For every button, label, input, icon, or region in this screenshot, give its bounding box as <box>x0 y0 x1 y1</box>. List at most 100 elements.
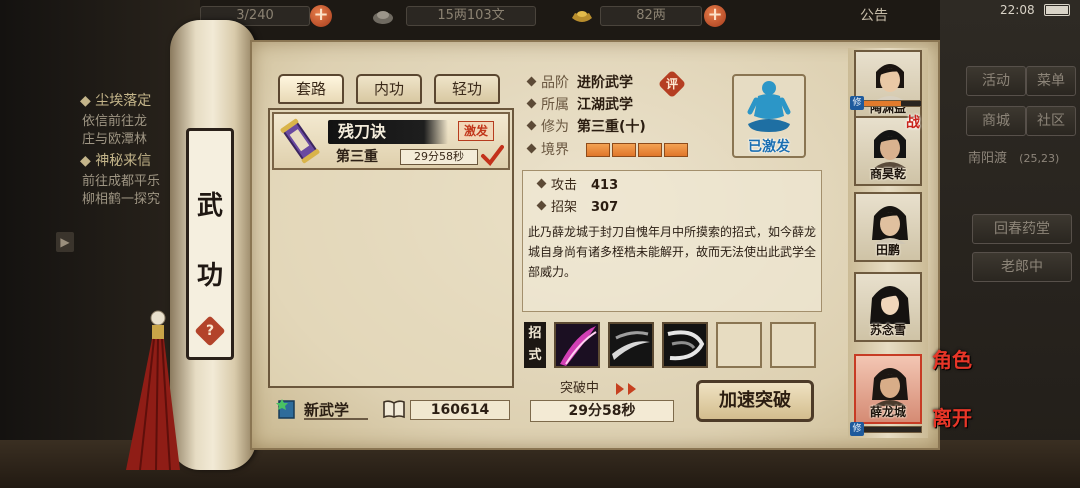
role-button[interactable]: 角色 <box>930 350 974 394</box>
school-value: 江湖武学 <box>577 97 633 113</box>
info-realm: 境界 <box>526 139 569 161</box>
npc-item-doctor[interactable]: 老郎中 <box>972 252 1072 282</box>
skill-description: 此乃薛龙城于封刀自愧年月中所摸索的招式，如今薛龙城自身尚有诸多桎梏未能解开，故而… <box>528 225 817 279</box>
activated-tag: 激发 <box>458 121 494 141</box>
speed-up-breakthrough-button[interactable]: 加速突破 <box>696 380 814 422</box>
new-skill-button[interactable]: 新武学 <box>304 400 368 420</box>
new-skill-book-icon[interactable] <box>276 398 298 420</box>
breakthrough-timer: 29分58秒 <box>530 400 674 422</box>
breakthrough-label: 突破中 <box>560 381 600 396</box>
diamond-icon <box>526 98 537 109</box>
tab-routines[interactable]: 套路 <box>278 74 344 104</box>
character-card-3[interactable]: 田鹏 <box>854 192 922 262</box>
gold-amount: 82两 <box>600 6 702 26</box>
skill-level: 第三重 <box>336 149 378 165</box>
character-portrait <box>872 368 908 406</box>
capacity-add-button[interactable]: + <box>310 5 332 27</box>
character-name: 薛龙城 <box>869 405 906 419</box>
battle-tag: 战 <box>906 115 920 131</box>
realm-segment <box>638 143 662 157</box>
location-name: 南阳渡 <box>968 151 1008 166</box>
diamond-icon <box>526 143 537 154</box>
info-rank: 品阶 进阶武学 <box>526 72 633 94</box>
character-bar <box>854 426 922 433</box>
portrait-status: 已激发 <box>748 139 790 155</box>
skill-name: 残刀诀 <box>338 122 387 141</box>
gold-add-button[interactable]: + <box>704 5 726 27</box>
cultivation-label: 修为 <box>541 119 569 135</box>
rank-value: 进阶武学 <box>577 75 633 91</box>
quest-line-1b: 庄与欧潭林 <box>82 132 148 147</box>
check-icon <box>481 145 504 167</box>
level-badge: 修 <box>850 96 864 110</box>
gold-ingot-icon <box>570 6 594 26</box>
tab-inner-skill[interactable]: 内功 <box>356 74 422 104</box>
rank-label: 品阶 <box>541 75 569 91</box>
slash-silver-icon <box>610 324 652 366</box>
character-portrait <box>872 206 908 244</box>
slash-purple-icon <box>556 324 598 366</box>
tassel-icon <box>126 310 180 470</box>
move-slot-1[interactable] <box>554 322 600 368</box>
skill-points: 160614 <box>410 400 510 420</box>
community-button[interactable]: 社区 <box>1026 106 1076 136</box>
realm-label: 境界 <box>541 142 569 158</box>
move-slot-2[interactable] <box>608 322 654 368</box>
silver-amount: 15两103文 <box>406 6 536 26</box>
silver-icon <box>372 6 394 26</box>
clock: 22:08 <box>1000 3 1035 17</box>
parry-label: 招架 <box>551 200 578 215</box>
stat-attack: 攻击 413 <box>536 176 619 196</box>
character-card-5[interactable]: 薛龙城 <box>854 354 922 424</box>
npc-name: 老郎中 <box>1001 259 1043 275</box>
moves-label: 招式 <box>524 322 546 368</box>
realm-segment <box>612 143 636 157</box>
meditating-figure-icon <box>747 81 791 132</box>
tab-light-skill[interactable]: 轻功 <box>434 74 500 104</box>
move-slot-5[interactable] <box>770 322 816 368</box>
npc-item-pharmacy[interactable]: 回春药堂 <box>972 214 1072 244</box>
rate-badge-text: 评 <box>665 77 678 91</box>
diamond-icon <box>536 178 547 189</box>
character-name: 田鹏 <box>875 243 900 257</box>
menu-button[interactable]: 菜单 <box>1026 66 1076 96</box>
diamond-icon <box>536 200 547 211</box>
scroll-skill-icon <box>280 118 320 164</box>
move-slot-3[interactable] <box>662 322 708 368</box>
shop-button[interactable]: 商城 <box>966 106 1026 136</box>
location-label: 南阳渡 (25,23) <box>968 148 1076 170</box>
notice-button[interactable]: 公告 <box>860 6 900 26</box>
character-card-4[interactable]: 苏念雪 <box>854 272 922 342</box>
skill-points-icon <box>383 400 405 419</box>
move-slot-4[interactable] <box>716 322 762 368</box>
character-bar <box>854 100 922 107</box>
top-bar: 3/240 + 15两103文 82两 + <box>160 0 1080 30</box>
attack-value: 413 <box>591 178 619 193</box>
realm-segment <box>664 143 688 157</box>
location-coords: (25,23) <box>1019 152 1060 165</box>
stat-parry: 招架 307 <box>536 198 618 218</box>
info-school: 所属 江湖武学 <box>526 94 633 116</box>
character-portrait <box>870 286 910 324</box>
leave-button[interactable]: 离开 <box>930 408 974 452</box>
expand-left-icon[interactable]: ▶ <box>56 232 74 252</box>
character-portrait <box>874 130 906 168</box>
slash-swirl-icon <box>664 324 706 366</box>
double-chevron-icon <box>616 383 636 395</box>
quest-title-1[interactable]: ◆ 尘埃落定 <box>80 90 151 110</box>
help-question-mark: ? <box>205 323 215 339</box>
school-label: 所属 <box>541 97 569 113</box>
skill-timer: 29分58秒 <box>400 149 478 165</box>
quest-line-1a: 依信前往龙 <box>82 114 148 129</box>
quest-title-2[interactable]: ◆ 神秘来信 <box>80 150 151 170</box>
diamond-icon <box>526 120 537 131</box>
activity-button[interactable]: 活动 <box>966 66 1026 96</box>
character-card-1[interactable]: 陶渊益 <box>854 50 922 120</box>
diamond-icon <box>526 76 537 87</box>
info-cultivation: 修为 第三重(十) <box>526 116 646 138</box>
cultivation-value: 第三重(十) <box>577 119 646 135</box>
scroll-char-gong: 功 <box>196 261 223 291</box>
attack-label: 攻击 <box>551 178 578 193</box>
battery-level <box>1046 6 1068 14</box>
scroll-char-wu: 武 <box>196 191 223 221</box>
